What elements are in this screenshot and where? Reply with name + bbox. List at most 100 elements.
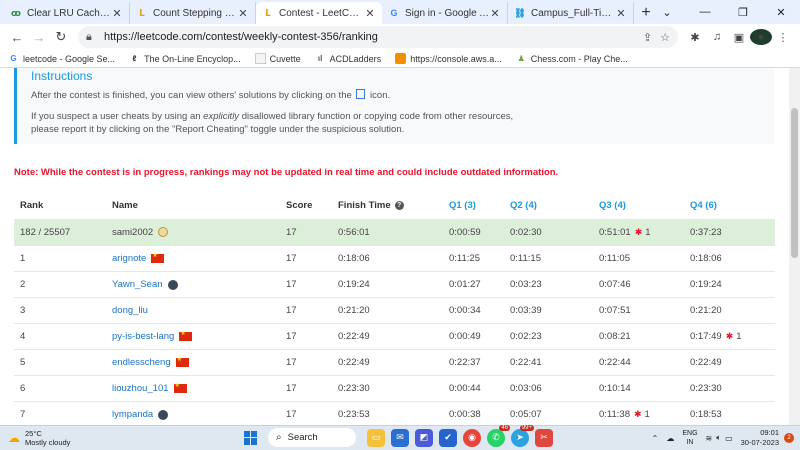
bookmark-item[interactable]: G leetcode - Google Se... [8,53,115,64]
cell-q2[interactable]: 0:03:23 [510,279,599,290]
cell-q3[interactable]: 0:11:38 ✱ 1 [599,409,690,420]
cell-q1[interactable]: 0:00:49 [449,331,510,342]
minimize-icon[interactable]: — [686,0,724,24]
battery-icon[interactable]: ▭ [725,434,733,443]
url-text[interactable]: https://leetcode.com/contest/weekly-cont… [104,31,635,43]
address-bar[interactable]: 🔒︎ https://leetcode.com/contest/weekly-c… [78,26,678,48]
file-explorer-icon[interactable]: ▭ [367,428,385,447]
extensions-icon[interactable]: ✱ [684,31,706,44]
cell-q4[interactable]: 0:17:49 ✱ 1 [690,331,775,342]
cell-q1[interactable]: 0:22:37 [449,357,510,368]
language-indicator[interactable]: ENG IN [682,429,697,447]
snipping-tool-icon[interactable]: ✂ [535,428,553,447]
speaker-icon[interactable]: 🔈︎ [716,433,721,443]
chevron-up-icon[interactable]: ⌃ [652,434,659,443]
username-link[interactable]: dong_liu [112,305,148,316]
app-icon[interactable]: ◩ [415,428,433,447]
header-q1[interactable]: Q1 (3) [449,200,510,211]
tab-count-stepping[interactable]: ᒪ Count Stepping Numbers ✕ [130,2,256,24]
cell-q4[interactable]: 0:19:24 [690,279,775,290]
header-q3[interactable]: Q3 (4) [599,200,690,211]
bookmark-item[interactable]: ℓ The On-Line Encyclop... [129,53,241,64]
username-link[interactable]: py-is-best-lang [112,331,174,342]
cell-q2[interactable]: 0:05:07 [510,409,599,420]
tab-contest[interactable]: ᒪ Contest - LeetCode ✕ [256,2,382,24]
header-q4[interactable]: Q4 (6) [690,200,775,211]
cell-q4[interactable]: 0:18:06 [690,253,775,264]
chrome-icon[interactable]: ◉ [463,428,481,447]
todo-icon[interactable]: ✔ [439,428,457,447]
cell-q4[interactable]: 0:22:49 [690,357,775,368]
tab-google-signin[interactable]: G Sign in - Google Accoun ✕ [382,2,508,24]
share-icon[interactable]: ⇪ [643,31,652,44]
windows-start-icon[interactable] [244,430,258,445]
cell-q3[interactable]: 0:07:46 [599,279,690,290]
page-scrollbar[interactable] [789,68,800,425]
back-icon[interactable]: ← [6,26,28,48]
weather-widget[interactable]: ☁ 25°C Mostly cloudy [8,429,70,447]
cell-q2[interactable]: 0:02:30 [510,227,599,238]
cell-q1[interactable]: 0:00:59 [449,227,510,238]
cell-q3[interactable]: 0:51:01 ✱ 1 [599,227,690,238]
cell-q3[interactable]: 0:11:05 [599,253,690,264]
clock[interactable]: 09:01 30-07-2023 [741,428,779,448]
menu-icon[interactable]: ⋮ [772,31,794,44]
username-link[interactable]: liouzhou_101 [112,383,169,394]
chevron-down-icon[interactable]: ⌄ [648,0,686,24]
side-panel-icon[interactable]: ▣ [728,31,750,44]
cell-q3[interactable]: 0:07:51 [599,305,690,316]
bookmark-item[interactable]: https://console.aws.a... [395,53,502,64]
cloud-icon[interactable]: ☁ [666,434,674,443]
close-icon[interactable]: ✕ [615,7,627,20]
cell-q3[interactable]: 0:22:44 [599,357,690,368]
username-link[interactable]: Yawn_Sean [112,279,163,290]
cell-q2[interactable]: 0:03:39 [510,305,599,316]
telegram-icon[interactable]: ➤ 99+ [511,424,534,447]
close-icon[interactable]: ✕ [111,7,123,20]
close-window-icon[interactable]: ✕ [762,0,800,24]
cell-q4[interactable]: 0:23:30 [690,383,775,394]
cell-q1[interactable]: 0:01:27 [449,279,510,290]
cell-q2[interactable]: 0:11:15 [510,253,599,264]
cell-q2[interactable]: 0:03:06 [510,383,599,394]
tab-gfg[interactable]: ꝏ Clear LRU Cache in Pytho ✕ [4,2,130,24]
cell-q2[interactable]: 0:22:41 [510,357,599,368]
username-link[interactable]: lympanda [112,409,153,420]
media-icon[interactable]: ♫ [706,31,728,43]
header-q2[interactable]: Q2 (4) [510,200,599,211]
cell-q3[interactable]: 0:08:21 [599,331,690,342]
cell-q2[interactable]: 0:02:23 [510,331,599,342]
bookmark-item[interactable]: ♟ Chess.com - Play Che... [516,53,628,64]
whatsapp-icon[interactable]: ✆ 46 [487,424,510,447]
wifi-icon[interactable]: ≋ [706,434,713,443]
cell-q4[interactable]: 0:21:20 [690,305,775,316]
cell-q1[interactable]: 0:11:25 [449,253,510,264]
bookmark-item[interactable]: Cuvette [254,53,301,64]
tab-campus[interactable]: ⛓ Campus_Full-Time_Techn ✕ [508,2,634,24]
close-icon[interactable]: ✕ [489,7,501,20]
username-link[interactable]: endlesscheng [112,357,171,368]
cell-q1[interactable]: 0:00:44 [449,383,510,394]
profile-avatar[interactable]: ● [750,29,772,45]
username[interactable]: sami2002 [112,227,153,238]
mail-icon[interactable]: ✉ [391,428,409,447]
username-link[interactable]: arignote [112,253,146,264]
taskbar-search[interactable]: ⌕ Search [268,428,356,447]
bookmark-star-icon[interactable]: ☆ [660,31,670,44]
restore-icon[interactable]: ❐ [724,0,762,24]
close-icon[interactable]: ✕ [237,7,249,20]
cell-q3[interactable]: 0:10:14 [599,383,690,394]
forward-icon[interactable]: → [28,26,50,48]
notification-badge[interactable]: 2 [784,433,794,443]
help-icon[interactable]: ? [394,201,404,210]
table-row: 6 liouzhou_101 17 0:23:30 0:00:44 0:03:0… [14,375,775,401]
cell-q4[interactable]: 0:37:23 [690,227,775,238]
cell-q4[interactable]: 0:18:53 [690,409,775,420]
cell-q1[interactable]: 0:00:38 [449,409,510,420]
cell-q1[interactable]: 0:00:34 [449,305,510,316]
reload-icon[interactable]: ↻ [50,26,72,48]
close-icon[interactable]: ✕ [364,7,376,20]
bookmark-item[interactable]: ıl ACDLadders [315,53,381,64]
lock-icon[interactable]: 🔒︎ [86,31,98,44]
scrollbar-thumb[interactable] [791,108,798,258]
